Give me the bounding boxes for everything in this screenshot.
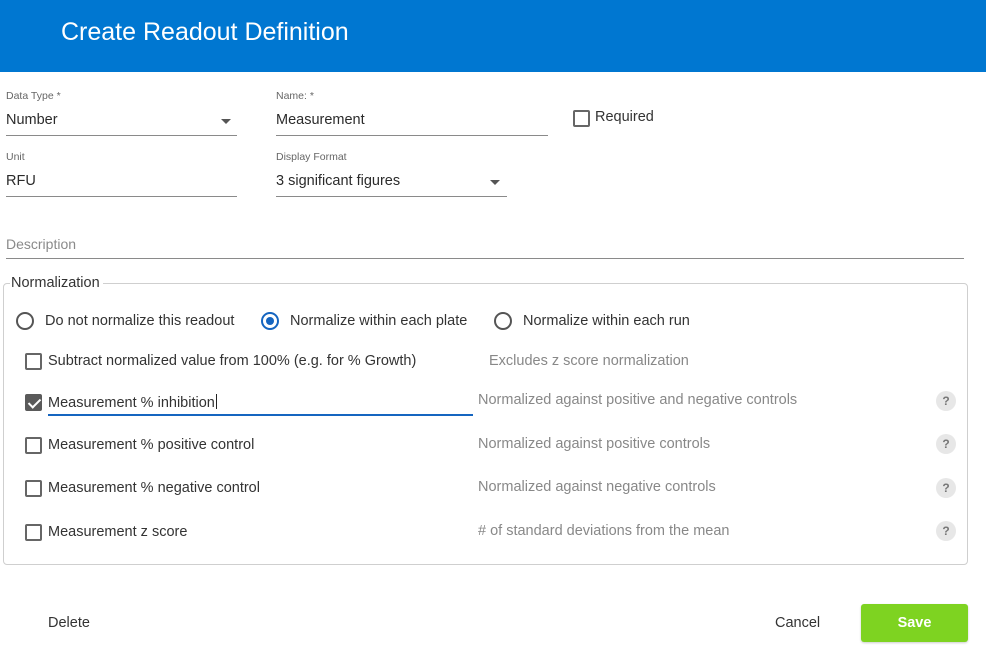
negative-control-checkbox[interactable]	[25, 480, 42, 497]
unit-label: Unit	[6, 151, 25, 163]
positive-control-label[interactable]: Measurement % positive control	[48, 437, 254, 453]
delete-button[interactable]: Delete	[48, 615, 90, 631]
help-icon[interactable]: ?	[936, 434, 956, 454]
radio-no-normalize-label[interactable]: Do not normalize this readout	[45, 313, 234, 329]
z-score-hint: # of standard deviations from the mean	[478, 523, 730, 539]
help-icon[interactable]: ?	[936, 391, 956, 411]
positive-control-checkbox[interactable]	[25, 437, 42, 454]
radio-normalize-plate[interactable]	[261, 312, 279, 330]
save-button[interactable]: Save	[861, 604, 968, 642]
unit-underline	[6, 196, 237, 197]
description-input[interactable]: Description	[6, 236, 76, 252]
inhibition-checkbox[interactable]	[25, 394, 42, 411]
data-type-label: Data Type *	[6, 90, 61, 102]
data-type-underline	[6, 135, 237, 136]
unit-value: RFU	[6, 173, 36, 189]
data-type-value: Number	[6, 112, 58, 128]
inhibition-name-input[interactable]: Measurement % inhibition	[48, 394, 217, 411]
normalization-legend: Normalization	[10, 275, 103, 291]
inhibition-input-underline	[48, 414, 473, 416]
chevron-down-icon	[490, 180, 500, 185]
inhibition-name-value: Measurement % inhibition	[48, 395, 215, 411]
name-underline	[276, 135, 548, 136]
display-format-select[interactable]: Display Format 3 significant figures	[276, 151, 507, 197]
name-label: Name: *	[276, 90, 314, 102]
text-cursor	[215, 394, 217, 409]
help-icon[interactable]: ?	[936, 478, 956, 498]
z-score-checkbox[interactable]	[25, 524, 42, 541]
cancel-button[interactable]: Cancel	[775, 615, 820, 631]
description-underline	[6, 258, 964, 259]
page-title: Create Readout Definition	[61, 18, 349, 46]
z-score-label[interactable]: Measurement z score	[48, 524, 187, 540]
radio-no-normalize[interactable]	[16, 312, 34, 330]
display-format-underline	[276, 196, 507, 197]
positive-control-hint: Normalized against positive controls	[478, 436, 711, 452]
negative-control-label[interactable]: Measurement % negative control	[48, 480, 260, 496]
radio-normalize-run-label[interactable]: Normalize within each run	[523, 313, 690, 329]
help-icon[interactable]: ?	[936, 521, 956, 541]
unit-field[interactable]: Unit RFU	[6, 151, 237, 197]
subtract-label[interactable]: Subtract normalized value from 100% (e.g…	[48, 353, 416, 369]
inhibition-hint: Normalized against positive and negative…	[478, 392, 798, 408]
data-type-select[interactable]: Data Type * Number	[6, 90, 237, 136]
name-value: Measurement	[276, 112, 365, 128]
subtract-hint: Excludes z score normalization	[489, 353, 689, 369]
required-checkbox[interactable]	[573, 110, 590, 127]
chevron-down-icon	[221, 119, 231, 124]
radio-normalize-plate-label[interactable]: Normalize within each plate	[290, 313, 467, 329]
required-label: Required	[595, 109, 654, 125]
radio-normalize-run[interactable]	[494, 312, 512, 330]
name-field[interactable]: Name: * Measurement	[276, 90, 548, 136]
display-format-value: 3 significant figures	[276, 173, 401, 189]
negative-control-hint: Normalized against negative controls	[478, 479, 716, 495]
dialog-header: Create Readout Definition	[0, 0, 986, 72]
display-format-label: Display Format	[276, 151, 347, 163]
subtract-checkbox[interactable]	[25, 353, 42, 370]
